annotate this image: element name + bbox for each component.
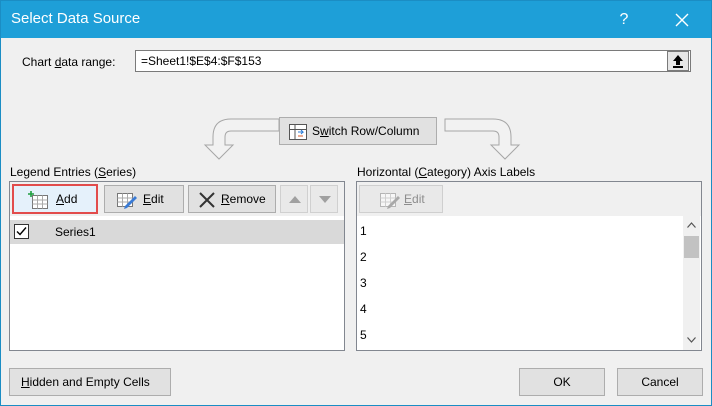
move-down-button[interactable] bbox=[310, 185, 338, 213]
hidden-empty-rest: idden and Empty Cells bbox=[29, 375, 150, 389]
add-label-accel: A bbox=[56, 192, 65, 206]
axis-edit-rest: dit bbox=[412, 192, 425, 206]
add-button-label: Add bbox=[56, 192, 77, 206]
switch-row-column-icon bbox=[289, 124, 307, 140]
remove-label-accel: R bbox=[221, 192, 230, 206]
checkmark-icon bbox=[16, 227, 27, 236]
triangle-up-icon bbox=[289, 196, 301, 203]
axis-label-item[interactable]: 4 bbox=[360, 302, 367, 316]
close-button[interactable] bbox=[669, 8, 695, 32]
cancel-button[interactable]: Cancel bbox=[617, 368, 703, 396]
legend-heading-pre: Legend Entries ( bbox=[10, 165, 99, 179]
axis-label-item[interactable]: 5 bbox=[360, 328, 367, 342]
axis-heading-accel: C bbox=[418, 165, 428, 179]
series1-checkbox[interactable] bbox=[14, 224, 29, 239]
edit-button[interactable]: Edit bbox=[104, 185, 184, 213]
axis-label-item[interactable]: 3 bbox=[360, 276, 367, 290]
hidden-empty-cells-button[interactable]: Hidden and Empty Cells bbox=[9, 368, 171, 396]
axis-label-list: 1 2 3 4 5 bbox=[357, 216, 683, 350]
axis-labels-panel: Edit 1 2 3 4 5 bbox=[356, 181, 702, 351]
switch-label-accel: w bbox=[320, 124, 329, 138]
arrow-up-bar-icon bbox=[673, 55, 683, 68]
axis-edit-accel: E bbox=[404, 192, 413, 206]
chart-data-range-input[interactable]: =Sheet1!$E$4:$F$153 bbox=[135, 50, 691, 72]
select-data-source-dialog: Select Data Source ? Chart data range: =… bbox=[0, 0, 712, 406]
switch-label-pre: S bbox=[312, 124, 321, 138]
edit-label-rest: dit bbox=[151, 192, 164, 206]
hidden-empty-cells-label: Hidden and Empty Cells bbox=[21, 375, 150, 389]
chart-data-range-label: Chart data range: bbox=[22, 55, 115, 69]
move-up-button[interactable] bbox=[280, 185, 308, 213]
scroll-up-arrow-icon[interactable] bbox=[687, 222, 696, 228]
axis-labels-heading: Horizontal (Category) Axis Labels bbox=[357, 165, 535, 179]
scrollbar-thumb[interactable] bbox=[684, 236, 699, 258]
axis-edit-label: Edit bbox=[404, 192, 425, 206]
remove-button[interactable]: Remove bbox=[188, 185, 276, 213]
axis-toolbar: Edit bbox=[357, 182, 701, 216]
add-button[interactable]: Add bbox=[12, 184, 98, 214]
chart-data-range-label-post: ata range: bbox=[61, 55, 116, 69]
window-title: Select Data Source bbox=[11, 10, 141, 27]
edit-label-accel: E bbox=[143, 192, 152, 206]
add-series-icon bbox=[28, 191, 48, 209]
right-curved-arrow-icon bbox=[444, 118, 521, 160]
cancel-button-label: Cancel bbox=[641, 375, 679, 389]
legend-entries-panel: Add Edit Remove Series1 bbox=[9, 181, 345, 351]
chart-data-range-label-pre: Chart bbox=[22, 55, 55, 69]
axis-label-item[interactable]: 2 bbox=[360, 250, 367, 264]
close-icon bbox=[675, 13, 689, 27]
hidden-empty-accel: H bbox=[21, 375, 30, 389]
legend-heading-accel: S bbox=[98, 165, 107, 179]
series-name: Series1 bbox=[55, 225, 96, 239]
chart-data-range-value: =Sheet1!$E$4:$F$153 bbox=[141, 54, 262, 68]
edit-button-label: Edit bbox=[143, 192, 164, 206]
edit-series-icon bbox=[117, 193, 137, 209]
scroll-down-arrow-icon[interactable] bbox=[687, 337, 696, 343]
axis-label-item[interactable]: 1 bbox=[360, 224, 367, 238]
add-label-rest: dd bbox=[64, 192, 78, 206]
help-button[interactable]: ? bbox=[611, 8, 637, 32]
legend-entries-heading: Legend Entries (Series) bbox=[10, 165, 136, 179]
switch-row-column-button[interactable]: Switch Row/Column bbox=[279, 117, 437, 145]
legend-heading-post: eries) bbox=[106, 165, 137, 179]
legend-toolbar: Add Edit Remove bbox=[10, 182, 344, 216]
remove-icon bbox=[199, 192, 215, 208]
title-bar: Select Data Source ? bbox=[1, 1, 711, 38]
collapse-dialog-button[interactable] bbox=[667, 51, 689, 71]
axis-heading-post: ategory) Axis Labels bbox=[427, 165, 536, 179]
switch-row-column-label: Switch Row/Column bbox=[312, 124, 419, 138]
series-row-series1[interactable]: Series1 bbox=[10, 220, 344, 244]
ok-button[interactable]: OK bbox=[519, 368, 605, 396]
remove-label-rest: emove bbox=[229, 192, 266, 206]
left-curved-arrow-icon bbox=[203, 118, 280, 160]
remove-button-label: Remove bbox=[221, 192, 266, 206]
switch-label-post: itch Row/Column bbox=[328, 124, 420, 138]
triangle-down-icon bbox=[319, 196, 331, 203]
edit-axis-icon bbox=[380, 193, 400, 209]
axis-edit-button[interactable]: Edit bbox=[359, 185, 443, 213]
ok-button-label: OK bbox=[553, 375, 571, 389]
axis-labels-scrollbar[interactable] bbox=[683, 216, 700, 350]
axis-heading-pre: Horizontal ( bbox=[357, 165, 419, 179]
